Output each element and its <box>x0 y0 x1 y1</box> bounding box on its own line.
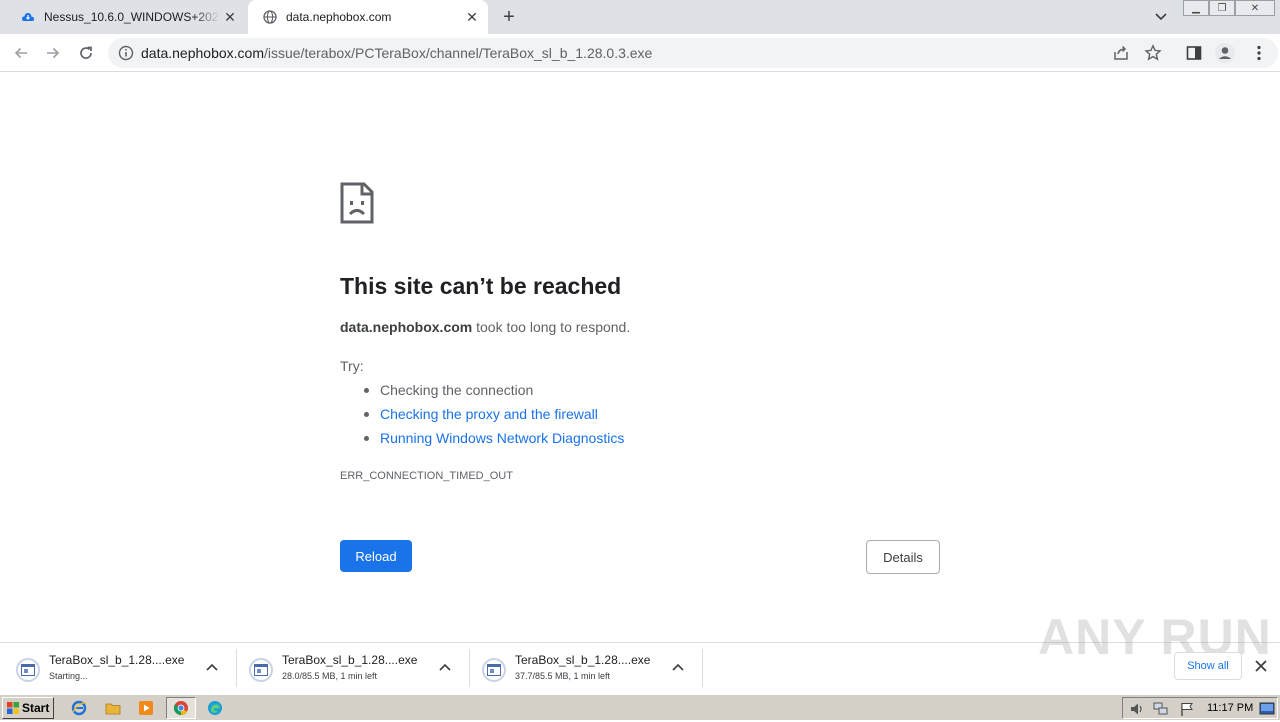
download-status: 28.0/85.5 MB, 1 min left <box>282 671 378 681</box>
close-shelf-icon[interactable] <box>1252 657 1270 675</box>
start-button[interactable]: Start <box>2 697 54 719</box>
error-code: ERR_CONNECTION_TIMED_OUT <box>340 470 513 482</box>
share-icon[interactable] <box>1112 44 1130 62</box>
chevron-up-icon[interactable] <box>204 659 220 675</box>
file-explorer-icon[interactable] <box>102 698 124 718</box>
show-desktop-icon[interactable] <box>1259 701 1275 722</box>
info-icon[interactable] <box>118 45 134 61</box>
download-filename: TeraBox_sl_b_1.28....exe <box>49 653 185 667</box>
internet-explorer-icon[interactable] <box>68 698 90 718</box>
download-item[interactable]: TeraBox_sl_b_1.28....exe 37.7/85.5 MB, 1… <box>466 647 703 687</box>
exe-file-icon <box>249 658 273 682</box>
clock: 11:17 PM <box>1207 702 1254 714</box>
system-tray: 11:17 PM <box>1122 697 1278 719</box>
details-button[interactable]: Details <box>866 540 940 574</box>
tab-title: data.nephobox.com <box>286 10 392 24</box>
close-window-icon[interactable]: ✕ <box>1235 0 1275 16</box>
minimize-icon[interactable]: ▁ <box>1183 0 1209 16</box>
media-player-icon[interactable] <box>135 698 157 718</box>
volume-icon[interactable] <box>1129 701 1145 722</box>
restore-icon[interactable]: ❐ <box>1209 0 1235 16</box>
chevron-up-icon[interactable] <box>437 659 453 675</box>
suggestion-network-diagnostics-link[interactable]: Running Windows Network Diagnostics <box>380 430 624 446</box>
back-icon[interactable] <box>10 42 32 64</box>
download-filename: TeraBox_sl_b_1.28....exe <box>515 653 651 667</box>
bookmark-star-icon[interactable] <box>1144 44 1162 62</box>
browser-toolbar: data.nephobox.com/issue/terabox/PCTeraBo… <box>0 34 1280 72</box>
suggestion-proxy-firewall-link[interactable]: Checking the proxy and the firewall <box>380 406 598 422</box>
flag-icon[interactable] <box>1179 701 1195 722</box>
tab-nessus[interactable]: Nessus_10.6.0_WINDOWS+202308 ✕ <box>6 0 246 34</box>
download-status: 37.7/85.5 MB, 1 min left <box>515 671 611 681</box>
error-message: took too long to respond. <box>472 319 631 335</box>
start-label: Start <box>22 701 50 715</box>
download-filename: TeraBox_sl_b_1.28....exe <box>282 653 418 667</box>
sad-page-icon <box>340 182 374 224</box>
forward-icon[interactable] <box>42 42 64 64</box>
bullet <box>364 412 369 417</box>
try-label: Try: <box>340 358 364 374</box>
url-path: /issue/terabox/PCTeraBox/channel/TeraBox… <box>263 45 653 61</box>
side-panel-icon[interactable] <box>1183 42 1205 64</box>
download-status: Starting... <box>49 671 88 681</box>
windows-logo-icon <box>6 701 20 715</box>
exe-file-icon <box>482 658 506 682</box>
download-item[interactable]: TeraBox_sl_b_1.28....exe 28.0/85.5 MB, 1… <box>233 647 470 687</box>
menu-kebab-icon[interactable] <box>1248 42 1270 64</box>
chevron-up-icon[interactable] <box>670 659 686 675</box>
reload-button[interactable]: Reload <box>340 540 412 572</box>
close-tab-icon[interactable]: ✕ <box>462 7 482 27</box>
close-tab-icon[interactable]: ✕ <box>220 7 240 27</box>
tab-title: Nessus_10.6.0_WINDOWS+202308 <box>44 10 220 24</box>
show-all-downloads-button[interactable]: Show all <box>1174 652 1242 680</box>
chevron-down-icon[interactable] <box>1152 8 1170 26</box>
cloud-icon <box>20 9 36 25</box>
globe-icon <box>262 9 278 25</box>
download-item[interactable]: TeraBox_sl_b_1.28....exe Starting... <box>0 647 237 687</box>
reload-icon[interactable] <box>75 42 97 64</box>
tab-strip: Nessus_10.6.0_WINDOWS+202308 ✕ data.neph… <box>0 0 1280 34</box>
tab-nephobox[interactable]: data.nephobox.com ✕ <box>248 0 488 34</box>
page-title: This site can’t be reached <box>340 273 622 299</box>
new-tab-icon[interactable]: + <box>498 6 520 28</box>
suggestion-check-connection: Checking the connection <box>380 382 534 398</box>
url-host: data.nephobox.com <box>141 45 264 61</box>
exe-file-icon <box>16 658 40 682</box>
bullet <box>364 436 369 441</box>
address-bar[interactable]: data.nephobox.com/issue/terabox/PCTeraBo… <box>108 38 1278 68</box>
network-icon[interactable] <box>1153 701 1169 722</box>
profile-avatar-icon[interactable] <box>1214 42 1236 64</box>
error-summary: data.nephobox.com took too long to respo… <box>340 319 630 335</box>
chrome-taskbar-icon[interactable] <box>166 697 196 719</box>
divider <box>702 649 703 687</box>
error-host: data.nephobox.com <box>340 319 473 335</box>
url-text[interactable]: data.nephobox.com/issue/terabox/PCTeraBo… <box>141 45 652 61</box>
edge-icon[interactable] <box>204 698 226 718</box>
bullet <box>364 388 369 393</box>
taskbar: Start 11:17 PM <box>0 694 1280 720</box>
